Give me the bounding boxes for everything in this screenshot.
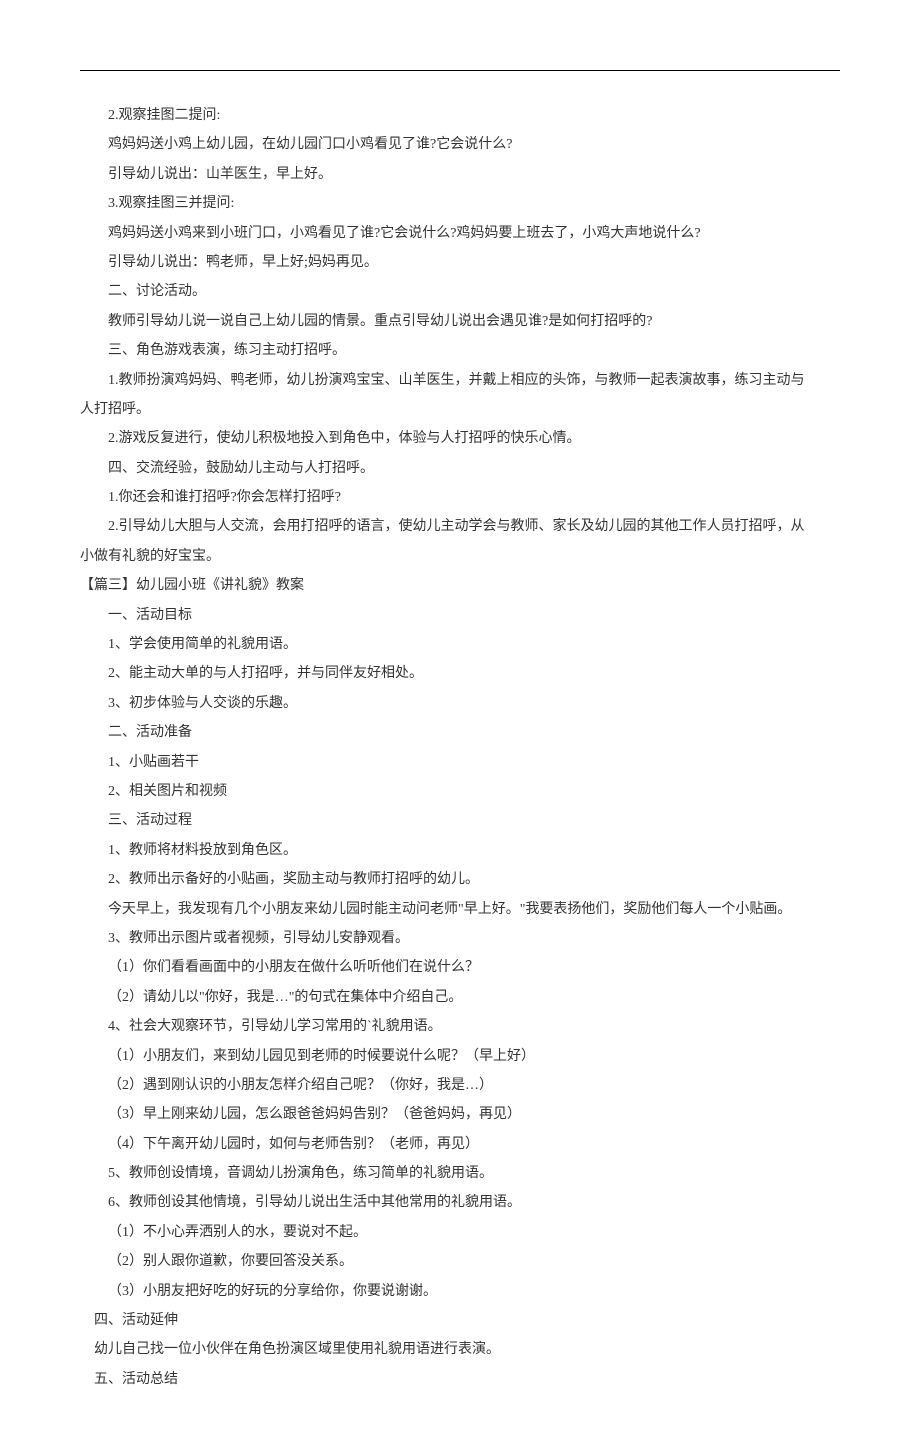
paragraph: 1.教师扮演鸡妈妈、鸭老师，幼儿扮演鸡宝宝、山羊医生，并戴上相应的头饰，与教师一… <box>80 366 840 395</box>
paragraph: 2.观察挂图二提问: <box>80 101 840 130</box>
paragraph: 二、讨论活动。 <box>80 277 840 306</box>
paragraph: 四、交流经验，鼓励幼儿主动与人打招呼。 <box>80 454 840 483</box>
paragraph: （3）早上刚来幼儿园，怎么跟爸爸妈妈告别？（爸爸妈妈，再见） <box>80 1100 840 1129</box>
paragraph: 鸡妈妈送小鸡来到小班门口，小鸡看见了谁?它会说什么?鸡妈妈要上班去了，小鸡大声地… <box>80 219 840 248</box>
paragraph: 今天早上，我发现有几个小朋友来幼儿园时能主动问老师"早上好。"我要表扬他们，奖励… <box>80 895 840 924</box>
section-heading: 【篇三】幼儿园小班《讲礼貌》教案 <box>80 571 840 600</box>
paragraph: 2、教师出示备好的小贴画，奖励主动与教师打招呼的幼儿。 <box>80 865 840 894</box>
paragraph: 二、活动准备 <box>80 718 840 747</box>
paragraph: 2.游戏反复进行，使幼儿积极地投入到角色中，体验与人打招呼的快乐心情。 <box>80 424 840 453</box>
paragraph: 5、教师创设情境，音调幼儿扮演角色，练习简单的礼貌用语。 <box>80 1159 840 1188</box>
paragraph-continuation: 人打招呼。 <box>80 395 840 424</box>
paragraph: 鸡妈妈送小鸡上幼儿园，在幼儿园门口小鸡看见了谁?它会说什么? <box>80 130 840 159</box>
paragraph: 2、能主动大单的与人打招呼，并与同伴友好相处。 <box>80 659 840 688</box>
paragraph: 三、活动过程 <box>80 806 840 835</box>
paragraph: 三、角色游戏表演，练习主动打招呼。 <box>80 336 840 365</box>
paragraph: （2）别人跟你道歉，你要回答没关系。 <box>80 1247 840 1276</box>
paragraph: 1、学会使用简单的礼貌用语。 <box>80 630 840 659</box>
paragraph: 2、相关图片和视频 <box>80 777 840 806</box>
paragraph: （1）不小心弄洒别人的水，要说对不起。 <box>80 1218 840 1247</box>
paragraph: 引导幼儿说出：山羊医生，早上好。 <box>80 160 840 189</box>
paragraph: 一、活动目标 <box>80 601 840 630</box>
paragraph: （1）你们看看画面中的小朋友在做什么听听他们在说什么？ <box>80 953 840 982</box>
paragraph: 4、社会大观察环节，引导幼儿学习常用的`礼貌用语。 <box>80 1012 840 1041</box>
paragraph: 幼儿自己找一位小伙伴在角色扮演区域里使用礼貌用语进行表演。 <box>80 1335 840 1364</box>
paragraph: 引导幼儿说出：鸭老师，早上好;妈妈再见。 <box>80 248 840 277</box>
paragraph: 3.观察挂图三并提问: <box>80 189 840 218</box>
document-body: 2.观察挂图二提问: 鸡妈妈送小鸡上幼儿园，在幼儿园门口小鸡看见了谁?它会说什么… <box>80 101 840 1394</box>
paragraph: 1、教师将材料投放到角色区。 <box>80 836 840 865</box>
paragraph: 2.引导幼儿大胆与人交流，会用打招呼的语言，使幼儿主动学会与教师、家长及幼儿园的… <box>80 512 840 541</box>
paragraph: 6、教师创设其他情境，引导幼儿说出生活中其他常用的礼貌用语。 <box>80 1188 840 1217</box>
top-divider <box>80 70 840 71</box>
paragraph: 教师引导幼儿说一说自己上幼儿园的情景。重点引导幼儿说出会遇见谁?是如何打招呼的? <box>80 307 840 336</box>
paragraph: 1、小贴画若干 <box>80 748 840 777</box>
paragraph: 3、教师出示图片或者视频，引导幼儿安静观看。 <box>80 924 840 953</box>
paragraph: 1.你还会和谁打招呼?你会怎样打招呼? <box>80 483 840 512</box>
paragraph: （2）请幼儿以"你好，我是…"的句式在集体中介绍自己。 <box>80 983 840 1012</box>
paragraph: （4）下午离开幼儿园时，如何与老师告别？（老师，再见） <box>80 1130 840 1159</box>
paragraph: 四、活动延伸 <box>80 1306 840 1335</box>
paragraph: （2）遇到刚认识的小朋友怎样介绍自己呢？（你好，我是…） <box>80 1071 840 1100</box>
paragraph: 3、初步体验与人交谈的乐趣。 <box>80 689 840 718</box>
paragraph: （1）小朋友们，来到幼儿园见到老师的时候要说什么呢？（早上好） <box>80 1042 840 1071</box>
paragraph-continuation: 小做有礼貌的好宝宝。 <box>80 542 840 571</box>
paragraph: 五、活动总结 <box>80 1365 840 1394</box>
